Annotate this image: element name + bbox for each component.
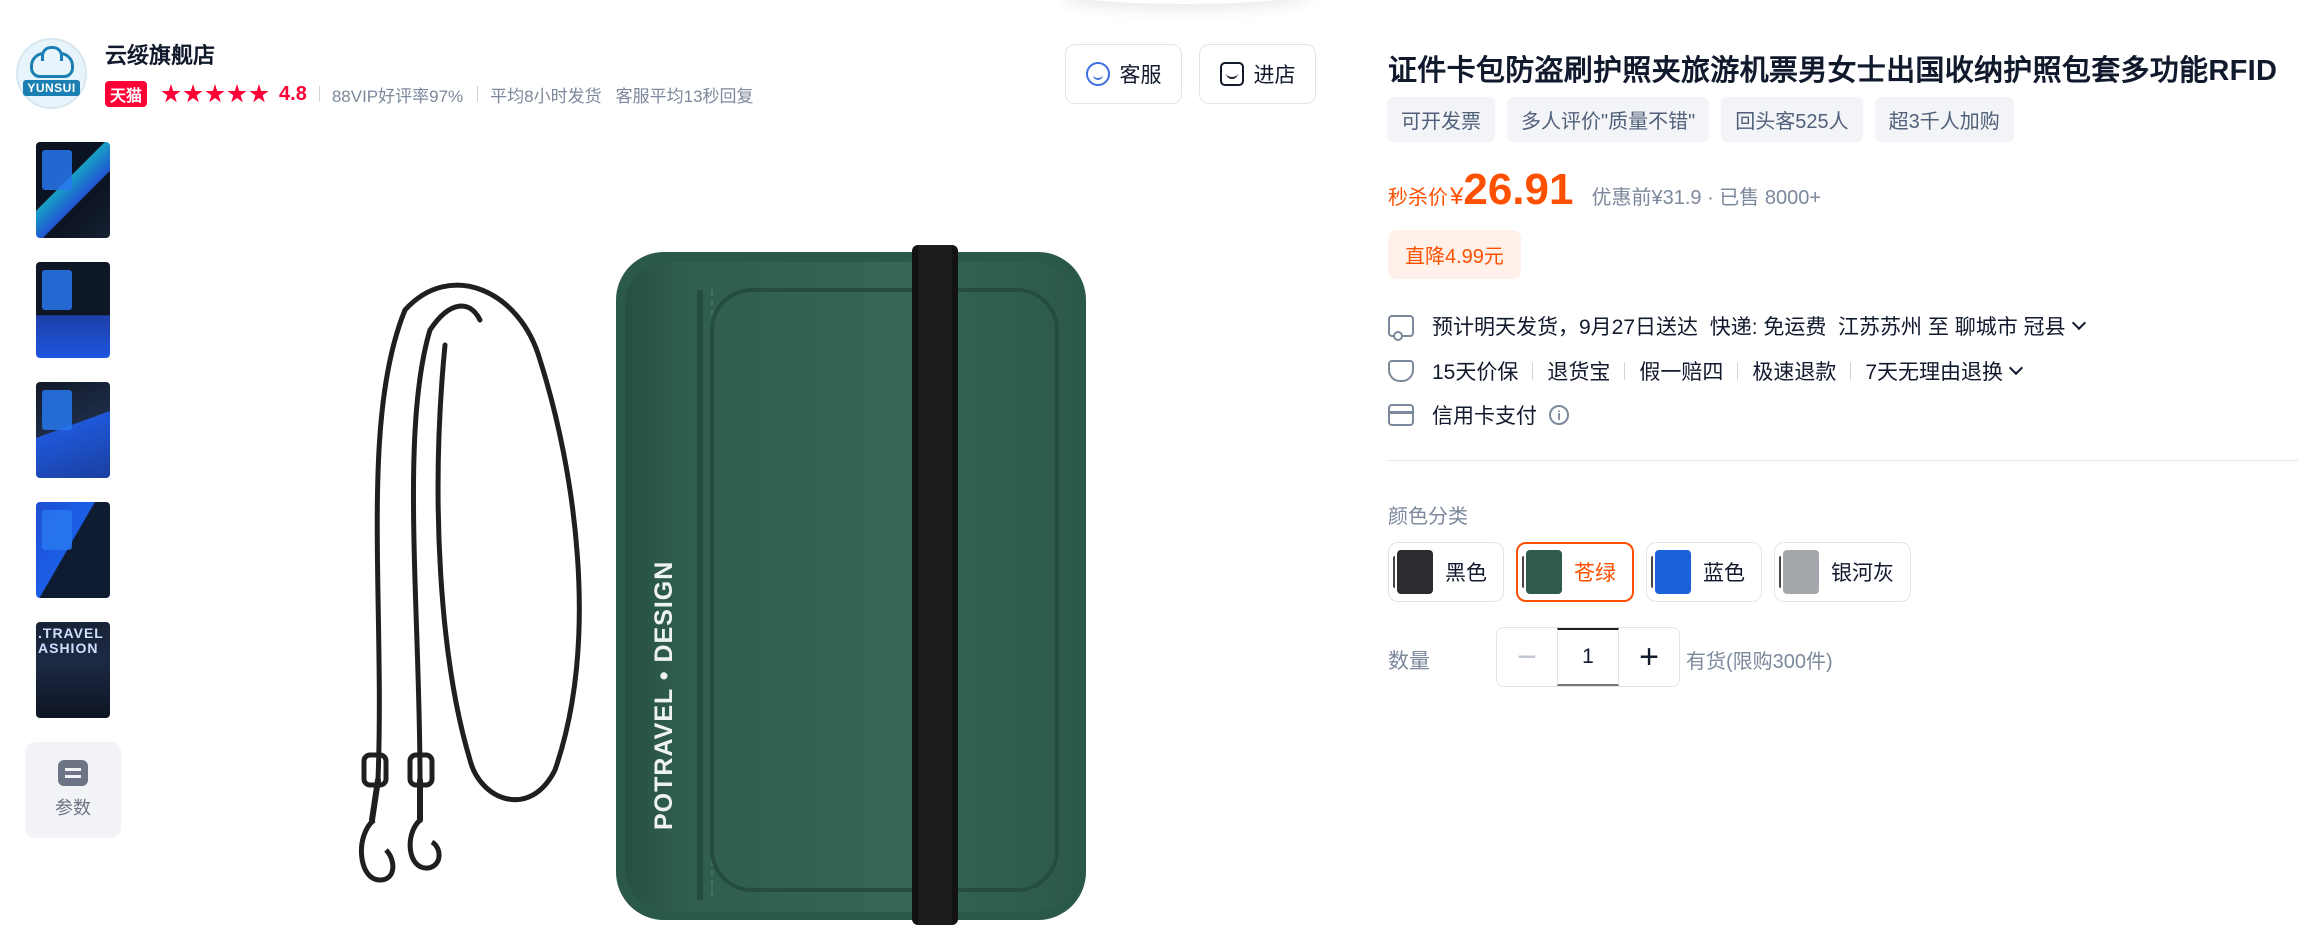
quantity-decrease-button[interactable]: − (1497, 628, 1557, 686)
guarantee-price-protect: 15天价保 (1432, 361, 1519, 384)
swatch-green (1522, 550, 1562, 594)
divider (1624, 362, 1626, 380)
shield-icon (1388, 360, 1414, 382)
payment-text: 信用卡支付 (1432, 405, 1537, 428)
truck-icon (1388, 315, 1414, 341)
swatch-blue (1651, 550, 1691, 594)
divider (1532, 362, 1534, 380)
passport-wallet (616, 245, 1086, 925)
rating-value: 4.8 (279, 82, 307, 105)
star-icon (161, 84, 181, 103)
tag-returning-customers[interactable]: 回头客525人 (1721, 97, 1863, 142)
customer-service-label: 客服 (1119, 64, 1162, 87)
color-option-label: 银河灰 (1831, 562, 1894, 585)
quantity-input[interactable] (1557, 628, 1619, 686)
divider (1737, 362, 1739, 380)
params-label: 参数 (55, 798, 91, 818)
credit-card-icon (1388, 404, 1414, 426)
gallery-thumb-4[interactable] (36, 502, 110, 598)
guarantee-return: 退货宝 (1547, 361, 1611, 384)
shop-name[interactable]: 云绥旗舰店 (105, 38, 215, 70)
gallery-thumb-3[interactable] (36, 382, 110, 478)
swatch-black (1393, 550, 1433, 594)
tag-invoice[interactable]: 可开发票 (1387, 97, 1495, 142)
shop-meta: 天猫 4.8 88VIP好评率97% 平均8小时发货 客服平均13秒回复 (105, 81, 768, 107)
chevron-down-icon (2008, 360, 2024, 376)
color-label: 颜色分类 (1388, 506, 1468, 528)
params-icon (58, 760, 88, 786)
quantity-stepper: − + (1496, 627, 1680, 687)
section-divider (1388, 460, 2298, 461)
tag-reviews[interactable]: 多人评价"质量不错" (1507, 97, 1710, 142)
thumb-product (42, 390, 72, 430)
tmall-badge: 天猫 (105, 81, 148, 107)
divider (318, 86, 320, 102)
stock-status: 有货(限购300件) (1686, 651, 1833, 673)
shop-stat-vip: 88VIP好评率97% (331, 86, 464, 106)
swatch-gray (1779, 550, 1819, 594)
gallery-thumb-2[interactable] (36, 262, 110, 358)
color-option-galaxy-gray[interactable]: 银河灰 (1774, 542, 1911, 602)
tag-cart-adds[interactable]: 超3千人加购 (1874, 97, 2014, 142)
gallery-thumb-5[interactable]: .TRAVEL ASHION (36, 622, 110, 718)
customer-service-button[interactable]: 客服 (1065, 44, 1182, 104)
product-title: 证件卡包防盗刷护照夹旅游机票男女士出国收纳护照包套多功能RFID (1388, 55, 2278, 87)
shop-logo[interactable]: YUNSUI (16, 38, 87, 109)
discount-badge: 直降4.99元 (1388, 230, 1521, 279)
guarantees-row[interactable]: 15天价保 退货宝 假一赔四 极速退款 7天无理由退换 (1388, 356, 2024, 386)
shop-stat-shipping: 平均8小时发货 (490, 86, 602, 106)
rating-stars (161, 84, 269, 104)
quantity-increase-button[interactable]: + (1619, 628, 1679, 686)
service-icon (1085, 62, 1110, 86)
guarantee-fast-refund: 极速退款 (1752, 361, 1837, 384)
thumb-product (42, 270, 72, 310)
product-tags: 可开发票 多人评价"质量不错" 回头客525人 超3千人加购 (1387, 97, 2014, 142)
delivery-row[interactable]: 预计明天发货，9月27日送达 快递: 免运费 江苏苏州 至 聊城市 冠县 (1388, 311, 2086, 341)
store-icon (1219, 62, 1244, 86)
divider (1850, 362, 1852, 380)
color-option-green[interactable]: 苍绿 (1516, 542, 1634, 602)
color-option-label: 黑色 (1445, 562, 1487, 585)
shop-stat-service: 客服平均13秒回复 (615, 86, 754, 106)
enter-store-button[interactable]: 进店 (1199, 44, 1316, 104)
color-options: 黑色 苍绿 蓝色 银河灰 (1388, 542, 1911, 602)
star-icon (227, 84, 247, 103)
price-info: 优惠前¥31.9 · 已售 8000+ (1591, 187, 1822, 209)
chevron-down-icon (2071, 315, 2086, 331)
color-option-black[interactable]: 黑色 (1388, 542, 1504, 602)
thumb-product (42, 150, 72, 190)
color-option-label: 苍绿 (1574, 562, 1616, 585)
main-product-image[interactable]: POTRAVEL • DESIGN (180, 142, 1140, 950)
params-button[interactable]: 参数 (25, 742, 121, 838)
gallery-thumb-1[interactable] (36, 142, 110, 238)
color-option-blue[interactable]: 蓝色 (1646, 542, 1762, 602)
cloud-icon (29, 45, 74, 78)
price-label: 秒杀价 (1388, 187, 1448, 209)
dropdown-shadow (1060, 0, 1310, 4)
divider (477, 86, 479, 102)
currency-symbol: ¥ (1450, 183, 1464, 210)
info-icon[interactable]: i (1549, 405, 1569, 425)
thumb-text: .TRAVEL ASHION (38, 625, 104, 656)
payment-row: 信用卡支付 i (1388, 400, 1569, 430)
delivery-text: 预计明天发货，9月27日送达 快递: 免运费 江苏苏州 至 聊城市 冠县 (1432, 316, 2066, 339)
star-icon (249, 84, 269, 103)
guarantee-authentic: 假一赔四 (1639, 361, 1724, 384)
lanyard-strap (369, 282, 582, 823)
enter-store-label: 进店 (1253, 64, 1296, 87)
wallet-brand-text: POTRAVEL • DESIGN (650, 561, 678, 830)
star-icon (205, 84, 225, 103)
price-row: 秒杀价 ¥ 26.91 优惠前¥31.9 · 已售 8000+ (1388, 165, 1821, 215)
thumb-product (42, 510, 72, 550)
quantity-label: 数量 (1388, 650, 1430, 673)
star-icon (183, 84, 203, 103)
guarantee-7day-return: 7天无理由退换 (1865, 361, 2004, 384)
shop-logo-text: YUNSUI (23, 79, 80, 96)
color-option-label: 蓝色 (1703, 562, 1745, 585)
price-value: 26.91 (1463, 165, 1574, 214)
